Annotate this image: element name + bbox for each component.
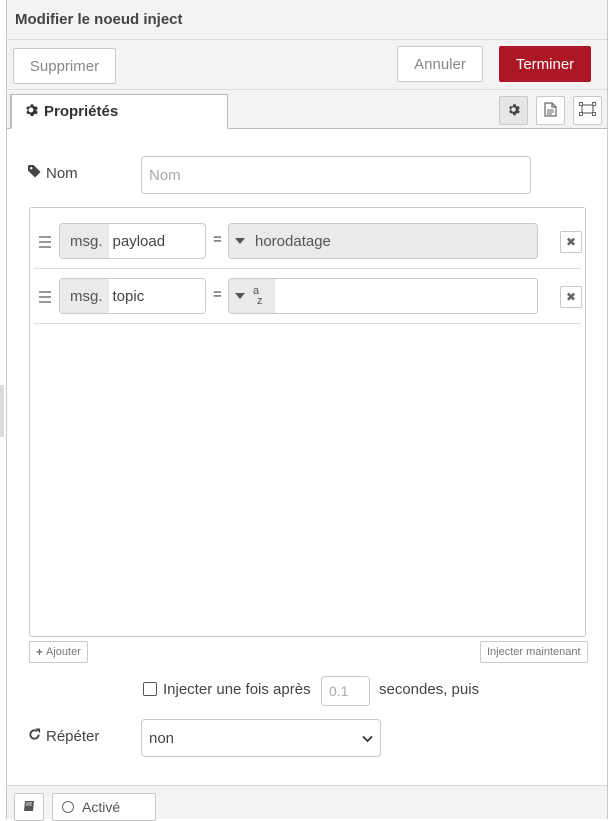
equals-sign: = — [213, 286, 222, 303]
inject-once-checkbox[interactable] — [143, 682, 157, 696]
cancel-button[interactable]: Annuler — [397, 46, 483, 82]
value-type-select[interactable]: horodatage — [228, 223, 538, 259]
inject-once-delay-input[interactable] — [321, 676, 370, 706]
add-property-label: Ajouter — [46, 646, 81, 658]
appearance-icon — [579, 102, 596, 119]
properties-list: msg. payload = horodatage ✖ msg. topic = — [29, 207, 586, 637]
property-name: payload — [112, 232, 166, 250]
description-tab-button[interactable] — [536, 96, 565, 125]
drag-handle-icon[interactable] — [39, 291, 51, 303]
tabs-bar: Propriétés — [7, 90, 607, 129]
close-icon: ✖ — [565, 290, 577, 304]
repeat-icon — [28, 728, 41, 745]
type-dropdown-button[interactable]: a z — [229, 279, 275, 313]
list-item: msg. payload = horodatage ✖ — [34, 214, 582, 269]
tray-title: Modifier le noeud inject — [7, 0, 607, 40]
property-prefix: msg. — [60, 224, 109, 258]
chevron-down-icon — [362, 730, 373, 747]
tray-footer: Activé — [7, 785, 607, 821]
name-label-row: Nom — [28, 165, 78, 182]
repeat-label: Répéter — [46, 728, 100, 745]
edit-tray: Modifier le noeud inject Supprimer Annul… — [6, 0, 608, 821]
close-icon: ✖ — [565, 235, 577, 249]
property-input[interactable]: msg. payload — [59, 223, 206, 259]
property-name: topic — [112, 287, 145, 305]
enabled-label: Activé — [82, 799, 121, 815]
remove-row-button[interactable]: ✖ — [560, 286, 582, 308]
string-type-icon: a z — [253, 285, 263, 307]
settings-tab-button[interactable] — [499, 96, 528, 125]
remove-row-button[interactable]: ✖ — [560, 231, 582, 253]
caret-down-icon — [235, 238, 245, 244]
tab-properties[interactable]: Propriétés — [10, 94, 228, 129]
type-dropdown-button[interactable] — [229, 224, 251, 258]
tab-properties-label: Propriétés — [44, 103, 119, 120]
caret-down-icon — [235, 293, 245, 299]
inject-now-button[interactable]: Injecter maintenant — [480, 641, 588, 663]
description-icon — [544, 101, 557, 120]
gear-icon — [24, 103, 38, 121]
name-label: Nom — [46, 165, 78, 182]
property-input[interactable]: msg. topic — [59, 278, 206, 314]
repeat-select-value: non — [149, 729, 175, 747]
value-type-input[interactable]: a z — [228, 278, 538, 314]
toggle-circle-icon — [62, 801, 74, 813]
name-input[interactable] — [141, 156, 531, 194]
repeat-label-row: Répéter — [28, 728, 99, 745]
done-button[interactable]: Terminer — [499, 46, 591, 82]
gear-icon — [507, 103, 520, 119]
tray-resize-handle[interactable] — [0, 385, 4, 437]
seconds-then-label: secondes, puis — [379, 681, 480, 698]
value-type-label: horodatage — [255, 232, 331, 250]
repeat-select[interactable]: non — [141, 719, 381, 757]
drag-handle-icon[interactable] — [39, 236, 51, 248]
inject-once-label: Injecter une fois après — [163, 681, 311, 698]
book-icon — [23, 799, 36, 815]
equals-sign: = — [213, 231, 222, 248]
list-item: msg. topic = a z ✖ — [34, 269, 582, 324]
enabled-toggle[interactable]: Activé — [52, 793, 156, 821]
delete-button[interactable]: Supprimer — [13, 48, 116, 84]
add-property-button[interactable]: + Ajouter — [29, 641, 88, 663]
tray-toolbar: Supprimer Annuler Terminer — [7, 40, 607, 90]
tag-icon — [28, 165, 41, 182]
plus-icon: + — [36, 645, 44, 659]
property-prefix: msg. — [60, 279, 109, 313]
node-help-button[interactable] — [14, 793, 44, 821]
appearance-tab-button[interactable] — [573, 96, 602, 125]
